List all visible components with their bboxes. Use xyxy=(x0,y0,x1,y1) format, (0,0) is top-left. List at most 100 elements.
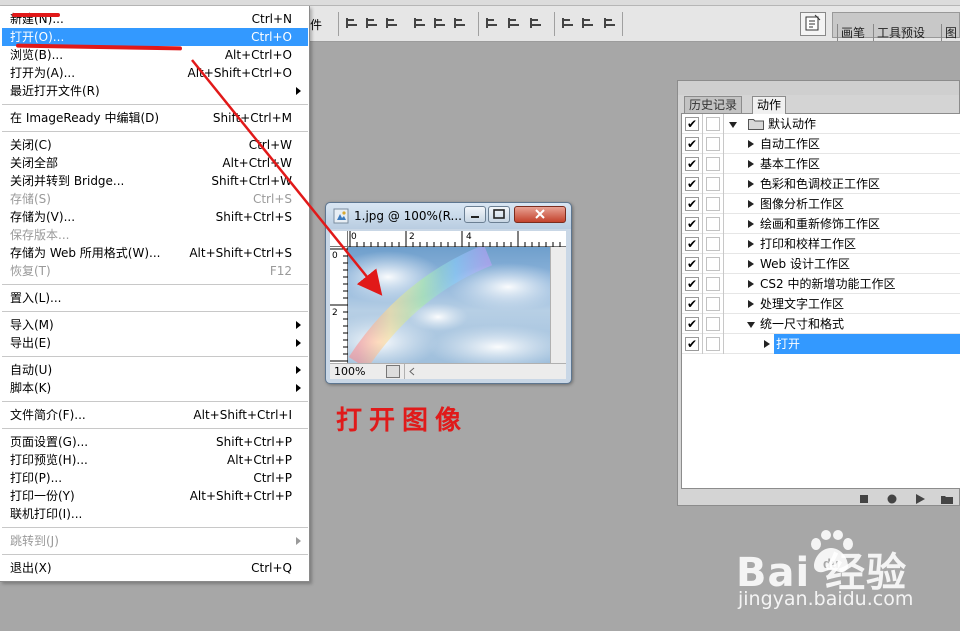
toggle-dialog-checkbox[interactable] xyxy=(706,177,720,191)
align-distribute-icon[interactable] xyxy=(486,17,500,29)
horizontal-scrollbar[interactable] xyxy=(404,364,566,379)
expand-triangle-icon[interactable] xyxy=(748,260,754,268)
play-icon[interactable] xyxy=(914,493,926,505)
menu-item[interactable]: 页面设置(G)... Shift+Ctrl+P xyxy=(2,433,308,451)
align-distribute-icon[interactable] xyxy=(366,17,380,29)
action-row[interactable]: ✔ CS2 中的新增功能工作区 xyxy=(682,274,960,294)
action-row[interactable]: ✔ Web 设计工作区 xyxy=(682,254,960,274)
toggle-item-checkbox[interactable]: ✔ xyxy=(685,197,699,211)
menu-item[interactable]: 置入(L)... xyxy=(2,289,308,307)
menu-item[interactable]: 文件简介(F)... Alt+Shift+Ctrl+I xyxy=(2,406,308,424)
toggle-item-checkbox[interactable]: ✔ xyxy=(685,297,699,311)
action-row[interactable]: ✔ 自动工作区 xyxy=(682,134,960,154)
toggle-dialog-checkbox[interactable] xyxy=(706,137,720,151)
zoom-level[interactable]: 100% xyxy=(334,365,365,378)
toggle-dialog-checkbox[interactable] xyxy=(706,157,720,171)
palette-well-button[interactable] xyxy=(800,12,826,36)
tab-tool-presets[interactable]: 工具预设 xyxy=(873,24,925,41)
toggle-dialog-checkbox[interactable] xyxy=(706,317,720,331)
toggle-item-checkbox[interactable]: ✔ xyxy=(685,277,699,291)
menu-item[interactable]: 在 ImageReady 中编辑(D) Shift+Ctrl+M xyxy=(2,109,308,127)
tab-actions[interactable]: 动作 xyxy=(752,96,787,114)
expand-triangle-icon[interactable] xyxy=(748,280,754,288)
image-canvas[interactable] xyxy=(348,247,550,363)
action-row[interactable]: ✔ 统一尺寸和格式 xyxy=(682,314,960,334)
expand-triangle-icon[interactable] xyxy=(748,180,754,188)
vertical-scrollbar[interactable] xyxy=(550,247,566,363)
status-menu-icon[interactable] xyxy=(386,365,400,378)
menu-item[interactable]: 打开为(A)... Alt+Shift+Ctrl+O xyxy=(2,64,308,82)
action-row[interactable]: ✔ 绘画和重新修饰工作区 xyxy=(682,214,960,234)
action-set-row[interactable]: ✔ 默认动作 xyxy=(682,114,960,134)
collapse-triangle-icon[interactable] xyxy=(747,322,755,328)
toggle-dialog-checkbox[interactable] xyxy=(706,257,720,271)
stop-icon[interactable] xyxy=(858,493,870,505)
menu-item[interactable]: 关闭全部 Alt+Ctrl+W xyxy=(2,154,308,172)
document-titlebar[interactable]: 1.jpg @ 100%(R... xyxy=(326,203,571,229)
action-row[interactable]: ✔ 色彩和色调校正工作区 xyxy=(682,174,960,194)
menu-item[interactable]: 关闭(C) Ctrl+W xyxy=(2,136,308,154)
expand-triangle-icon[interactable] xyxy=(764,340,770,348)
menu-item[interactable]: 导出(E) xyxy=(2,334,308,352)
horizontal-ruler[interactable]: 0 2 4 xyxy=(348,231,566,247)
toggle-item-checkbox[interactable]: ✔ xyxy=(685,237,699,251)
menu-item[interactable]: 存储为 Web 所用格式(W)... Alt+Shift+Ctrl+S xyxy=(2,244,308,262)
record-icon[interactable] xyxy=(886,493,898,505)
toggle-dialog-checkbox[interactable] xyxy=(706,277,720,291)
expand-triangle-icon[interactable] xyxy=(748,300,754,308)
toggle-item-checkbox[interactable]: ✔ xyxy=(685,117,699,131)
panel-titlebar[interactable] xyxy=(678,81,959,95)
expand-triangle-icon[interactable] xyxy=(748,200,754,208)
align-distribute-icon[interactable] xyxy=(508,17,522,29)
toggle-dialog-checkbox[interactable] xyxy=(706,197,720,211)
ruler-origin[interactable] xyxy=(330,231,348,247)
menu-item[interactable]: 打印一份(Y) Alt+Shift+Ctrl+P xyxy=(2,487,308,505)
toggle-item-checkbox[interactable]: ✔ xyxy=(685,157,699,171)
maximize-button[interactable] xyxy=(488,206,510,223)
expand-triangle-icon[interactable] xyxy=(748,220,754,228)
action-row[interactable]: ✔ 基本工作区 xyxy=(682,154,960,174)
menu-item[interactable]: 退出(X) Ctrl+Q xyxy=(2,559,308,577)
menu-item[interactable]: 打印预览(H)... Alt+Ctrl+P xyxy=(2,451,308,469)
toggle-dialog-checkbox[interactable] xyxy=(706,297,720,311)
vertical-ruler[interactable]: 0 2 xyxy=(330,247,348,363)
menu-item[interactable]: 最近打开文件(R) xyxy=(2,82,308,100)
menu-item[interactable]: 打印(P)... Ctrl+P xyxy=(2,469,308,487)
toggle-dialog-checkbox[interactable] xyxy=(706,217,720,231)
action-row[interactable]: ✔ 打开 xyxy=(682,334,960,354)
toggle-item-checkbox[interactable]: ✔ xyxy=(685,257,699,271)
menu-item[interactable]: 关闭并转到 Bridge... Shift+Ctrl+W xyxy=(2,172,308,190)
action-row[interactable]: ✔ 图像分析工作区 xyxy=(682,194,960,214)
action-row[interactable]: ✔ 处理文字工作区 xyxy=(682,294,960,314)
tab-brushes[interactable]: 画笔 xyxy=(837,24,865,41)
action-row[interactable]: ✔ 打印和校样工作区 xyxy=(682,234,960,254)
align-distribute-icon[interactable] xyxy=(604,17,618,29)
toggle-dialog-checkbox[interactable] xyxy=(706,117,720,131)
close-button[interactable] xyxy=(514,206,566,223)
toggle-dialog-checkbox[interactable] xyxy=(706,237,720,251)
toggle-item-checkbox[interactable]: ✔ xyxy=(685,217,699,231)
align-distribute-icon[interactable] xyxy=(434,17,448,29)
toggle-item-checkbox[interactable]: ✔ xyxy=(685,137,699,151)
menu-item[interactable]: 存储为(V)... Shift+Ctrl+S xyxy=(2,208,308,226)
align-distribute-icon[interactable] xyxy=(346,17,360,29)
toggle-item-checkbox[interactable]: ✔ xyxy=(685,317,699,331)
expand-triangle-icon[interactable] xyxy=(748,240,754,248)
align-distribute-icon[interactable] xyxy=(386,17,400,29)
menu-item[interactable]: 联机打印(I)... xyxy=(2,505,308,523)
align-distribute-icon[interactable] xyxy=(582,17,596,29)
align-distribute-icon[interactable] xyxy=(562,17,576,29)
menu-item[interactable]: 自动(U) xyxy=(2,361,308,379)
toggle-item-checkbox[interactable]: ✔ xyxy=(685,177,699,191)
minimize-button[interactable] xyxy=(464,206,486,223)
tab-history[interactable]: 历史记录 xyxy=(684,96,743,114)
align-distribute-icon[interactable] xyxy=(414,17,428,29)
new-set-icon[interactable] xyxy=(940,493,954,505)
menu-item[interactable]: 导入(M) xyxy=(2,316,308,334)
document-window[interactable]: 1.jpg @ 100%(R... 0 2 4 0 2 100% xyxy=(325,202,572,384)
align-distribute-icon[interactable] xyxy=(454,17,468,29)
collapse-triangle-icon[interactable] xyxy=(729,122,737,128)
align-distribute-icon[interactable] xyxy=(530,17,544,29)
expand-triangle-icon[interactable] xyxy=(748,160,754,168)
expand-triangle-icon[interactable] xyxy=(748,140,754,148)
